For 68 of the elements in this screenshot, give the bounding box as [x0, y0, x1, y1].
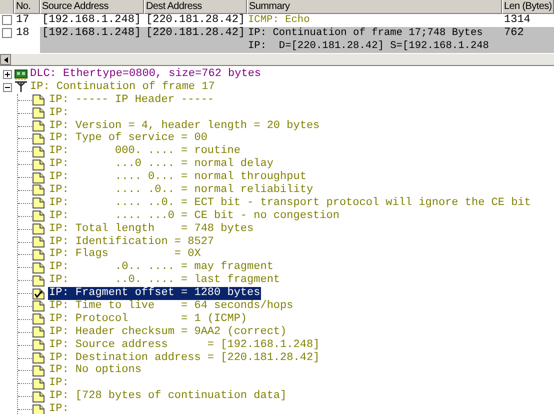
expand-icon[interactable] [3, 70, 12, 79]
document-icon [32, 120, 45, 132]
document-icon [32, 262, 45, 274]
table-cell-text: 17 [15, 14, 30, 27]
network-card-icon [14, 68, 28, 80]
tree-leaf[interactable]: IP: Flags = 0X [48, 248, 202, 262]
tree-node[interactable]: DLC: Ethertype=0800, size=762 bytes [30, 68, 262, 81]
tree-leaf[interactable]: IP: ...0 .... = normal delay [48, 158, 274, 172]
tree-node[interactable]: IP: Continuation of frame 17 [30, 80, 215, 94]
document-icon [32, 223, 45, 236]
document-icon [32, 339, 45, 352]
document-icon [32, 146, 45, 158]
tree-leaf[interactable]: IP: Type of service = 00 [48, 132, 208, 146]
tree-leaf[interactable]: IP: [48, 106, 70, 120]
tree-leaf[interactable]: IP: Version = 4, header length = 20 bytes [48, 120, 321, 133]
table-cell-text: ICMP: Echo [248, 14, 311, 27]
row-checkbox[interactable] [2, 15, 12, 25]
document-icon [32, 107, 45, 120]
document-icon [32, 236, 45, 248]
document-icon [32, 390, 45, 403]
document-icon [32, 313, 45, 326]
tree-leaf[interactable]: IP: 000. .... = routine [48, 145, 242, 158]
document-icon [32, 364, 45, 377]
tree-leaf[interactable]: IP: Header checksum = 9AA2 (correct) [48, 326, 288, 339]
tree-leaf[interactable]: IP: ..0. .... = last fragment [48, 274, 282, 288]
tree-leaf[interactable]: IP: [48, 403, 70, 414]
tree-leaf[interactable]: IP: .... .0.. = normal reliability [48, 184, 314, 197]
document-icon [32, 158, 45, 171]
checked-document-icon [32, 288, 45, 300]
table-cell-text: 18 [15, 27, 30, 41]
document-icon [32, 326, 45, 338]
document-icon [32, 94, 45, 106]
antenna-icon [14, 81, 28, 94]
document-icon [32, 300, 45, 312]
document-icon [32, 404, 45, 414]
tree-leaf[interactable]: IP: Protocol = 1 (ICMP) [48, 312, 248, 326]
table-cell: 762 [502, 27, 554, 53]
tree-leaf[interactable]: IP: Source address = [192.168.1.248] [48, 338, 321, 352]
tree-leaf[interactable]: IP: .... 0... = normal throughput [48, 171, 308, 184]
tree-leaf[interactable]: IP: .... ...0 = CE bit - no congestion [48, 210, 340, 223]
document-icon [32, 172, 45, 184]
tree-leaf[interactable]: IP: .0.. .... = may fragment [48, 261, 274, 274]
document-icon [32, 197, 45, 210]
document-icon [32, 210, 45, 222]
document-icon [32, 352, 45, 364]
row-checkbox[interactable] [2, 28, 12, 38]
collapse-icon[interactable] [3, 82, 12, 92]
scroll-left-icon[interactable] [0, 54, 11, 65]
table-cell-text: IP: Continuation of frame 17;748 Bytes [248, 27, 484, 40]
tree-leaf[interactable]: IP: Destination address = [220.181.28.42] [48, 352, 321, 365]
document-icon [32, 132, 45, 145]
document-icon [32, 248, 45, 261]
tree-leaf[interactable]: IP: No options [48, 364, 142, 378]
document-icon [32, 274, 45, 287]
tree-leaf[interactable]: IP: [728 bytes of continuation data] [48, 390, 288, 404]
tree-leaf[interactable]: IP: Total length = 748 bytes [48, 222, 255, 236]
table-cell-text: IP: D=[220.181.28.42] S=[192.168.1.248 [248, 40, 490, 53]
tree-leaf[interactable]: IP: ----- IP Header ----- [48, 94, 216, 107]
document-icon [32, 184, 45, 196]
tree-leaf[interactable]: IP: [48, 377, 70, 390]
document-icon [32, 378, 45, 390]
tree-leaf[interactable]: IP: Identification = 8527 [48, 236, 216, 249]
tree-leaf[interactable]: IP: Time to live = 64 seconds/hops [48, 300, 294, 313]
packet-row[interactable]: 18 [192.168.1.248] [220.181.28.42] IP: Continuation of frame 17;748 Bytes IP: D=[220.181.28.42] S=[192.168.1.248 762 [0, 27, 554, 53]
tree-leaf[interactable]: IP: .... ..0. = ECT bit - transport protocol will ignore the CE bit [48, 196, 532, 210]
table-cell: [192.168.1.248] [40, 27, 144, 53]
table-cell: [220.181.28.42] [144, 27, 247, 53]
tree-leaf[interactable]: IP: Fragment offset = 1280 bytes [48, 287, 262, 300]
